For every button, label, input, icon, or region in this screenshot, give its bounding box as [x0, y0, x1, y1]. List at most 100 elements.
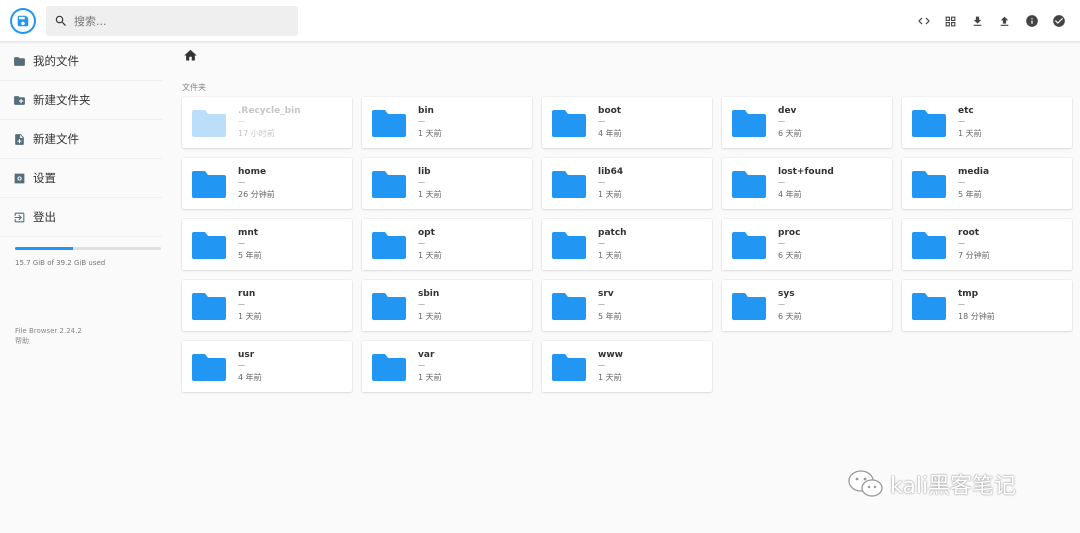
sidebar-item-label: 新建文件 — [33, 132, 79, 146]
folder-name: run — [238, 289, 256, 299]
upload-icon[interactable] — [991, 8, 1018, 35]
folder-card[interactable]: lost+found — 4 年前 — [722, 158, 892, 209]
folder-card[interactable]: media — 5 年前 — [902, 158, 1072, 209]
folder-card[interactable]: mnt — 5 年前 — [182, 219, 352, 270]
folder-icon — [731, 169, 767, 203]
folder-icon — [371, 169, 407, 203]
folder-card[interactable]: run — 1 天前 — [182, 280, 352, 331]
version-text: File Browser 2.24.2 — [15, 327, 82, 335]
folder-card[interactable]: bin — 1 天前 — [362, 97, 532, 148]
sidebar: 我的文件 新建文件夹 新建文件 设置 登出 15.7 GiB of 39.2 G… — [0, 42, 162, 533]
folder-modified: 6 天前 — [778, 251, 802, 260]
sidebar-item-new-folder[interactable]: 新建文件夹 — [0, 81, 162, 120]
folder-card[interactable]: home — 26 分钟前 — [182, 158, 352, 209]
folder-card[interactable]: srv — 5 年前 — [542, 280, 712, 331]
help-link[interactable]: 帮助 — [15, 336, 82, 346]
folder-card[interactable]: patch — 1 天前 — [542, 219, 712, 270]
folder-modified: 26 分钟前 — [238, 190, 275, 199]
folder-size: — — [238, 117, 245, 125]
folder-name: dev — [778, 106, 797, 116]
folder-grid: .Recycle_bin —17 小时前 bin —1 天前 boot —4 年前 dev —… — [182, 97, 1072, 392]
folder-modified: 1 天前 — [238, 312, 262, 321]
sidebar-item-new-file[interactable]: 新建文件 — [0, 120, 162, 159]
search-icon — [54, 14, 68, 28]
folder-modified: 1 天前 — [598, 373, 622, 382]
folder-name: srv — [598, 289, 614, 299]
info-icon[interactable] — [1018, 8, 1045, 35]
sidebar-item-label: 我的文件 — [33, 54, 79, 68]
folder-size: — — [778, 178, 785, 186]
folder-card[interactable]: sys — 6 天前 — [722, 280, 892, 331]
folder-size: — — [778, 300, 785, 308]
sidebar-item-my-files[interactable]: 我的文件 — [0, 42, 162, 81]
folder-size: — — [958, 300, 965, 308]
folder-name: www — [598, 350, 623, 360]
search-box[interactable] — [46, 6, 298, 36]
folder-card[interactable]: boot — 4 年前 — [542, 97, 712, 148]
folder-modified: 1 天前 — [418, 129, 442, 138]
folder-name: opt — [418, 228, 435, 238]
folder-icon — [551, 352, 587, 386]
folder-modified: 18 分钟前 — [958, 312, 995, 321]
folder-icon — [191, 291, 227, 325]
home-icon[interactable] — [183, 48, 198, 63]
sidebar-item-label: 登出 — [33, 210, 56, 224]
folder-modified: 1 天前 — [418, 251, 442, 260]
folder-name: lost+found — [778, 167, 834, 177]
storage-text: 15.7 GiB of 39.2 GiB used — [15, 259, 106, 267]
folder-card[interactable]: etc — 1 天前 — [902, 97, 1072, 148]
sidebar-item-logout[interactable]: 登出 — [0, 198, 162, 237]
sidebar-item-settings[interactable]: 设置 — [0, 159, 162, 198]
top-bar — [0, 0, 1080, 42]
folder-card[interactable]: root — 7 分钟前 — [902, 219, 1072, 270]
folder-icon — [551, 108, 587, 142]
code-view-icon[interactable] — [910, 8, 937, 35]
folder-card[interactable]: proc — 6 天前 — [722, 219, 892, 270]
download-icon[interactable] — [964, 8, 991, 35]
grid-view-icon[interactable] — [937, 8, 964, 35]
folder-card[interactable]: lib64— 1 天前 — [542, 158, 712, 209]
folder-card[interactable]: lib — 1 天前 — [362, 158, 532, 209]
folder-card[interactable]: var — 1 天前 — [362, 341, 532, 392]
folder-modified: 4 年前 — [778, 190, 802, 199]
wechat-icon — [848, 470, 883, 497]
folder-modified: 6 天前 — [778, 312, 802, 321]
new-folder-icon — [12, 93, 26, 107]
folder-icon — [191, 352, 227, 386]
folder-name: lib64 — [598, 167, 624, 177]
storage-progress-fill — [15, 247, 74, 250]
sidebar-item-label: 新建文件夹 — [33, 93, 91, 107]
folder-modified: 1 天前 — [418, 373, 442, 382]
folder-card[interactable]: opt — 1 天前 — [362, 219, 532, 270]
search-input[interactable] — [74, 14, 274, 28]
folder-size: — — [598, 361, 605, 369]
folder-modified: 4 年前 — [238, 373, 262, 382]
folder-size: — — [418, 300, 425, 308]
folder-name: mnt — [238, 228, 259, 238]
folder-card[interactable]: tmp — 18 分钟前 — [902, 280, 1072, 331]
folder-name: boot — [598, 106, 622, 116]
settings-icon — [12, 171, 26, 185]
folder-icon — [191, 108, 227, 142]
folder-icon — [191, 230, 227, 264]
folder-size: — — [238, 361, 245, 369]
folder-card[interactable]: dev — 6 天前 — [722, 97, 892, 148]
folder-icon — [911, 291, 947, 325]
folder-card[interactable]: .Recycle_bin — 17 小时前 — [182, 97, 352, 148]
folder-name: home — [238, 167, 267, 177]
folder-icon — [911, 230, 947, 264]
folder-icon — [551, 291, 587, 325]
check-circle-icon[interactable] — [1045, 8, 1072, 35]
folder-card[interactable]: www — 1 天前 — [542, 341, 712, 392]
folder-name: lib — [418, 167, 431, 177]
app-logo[interactable] — [10, 8, 36, 34]
folder-card[interactable]: sbin — 1 天前 — [362, 280, 532, 331]
folder-name: .Recycle_bin — [238, 106, 301, 116]
folder-size: — — [958, 117, 965, 125]
watermark-text: kali黑客笔记 — [890, 474, 1017, 499]
folder-modified: 5 年前 — [598, 312, 622, 321]
folder-size: — — [238, 300, 245, 308]
folder-icon — [731, 291, 767, 325]
folder-card[interactable]: usr — 4 年前 — [182, 341, 352, 392]
folder-name: patch — [598, 228, 627, 238]
